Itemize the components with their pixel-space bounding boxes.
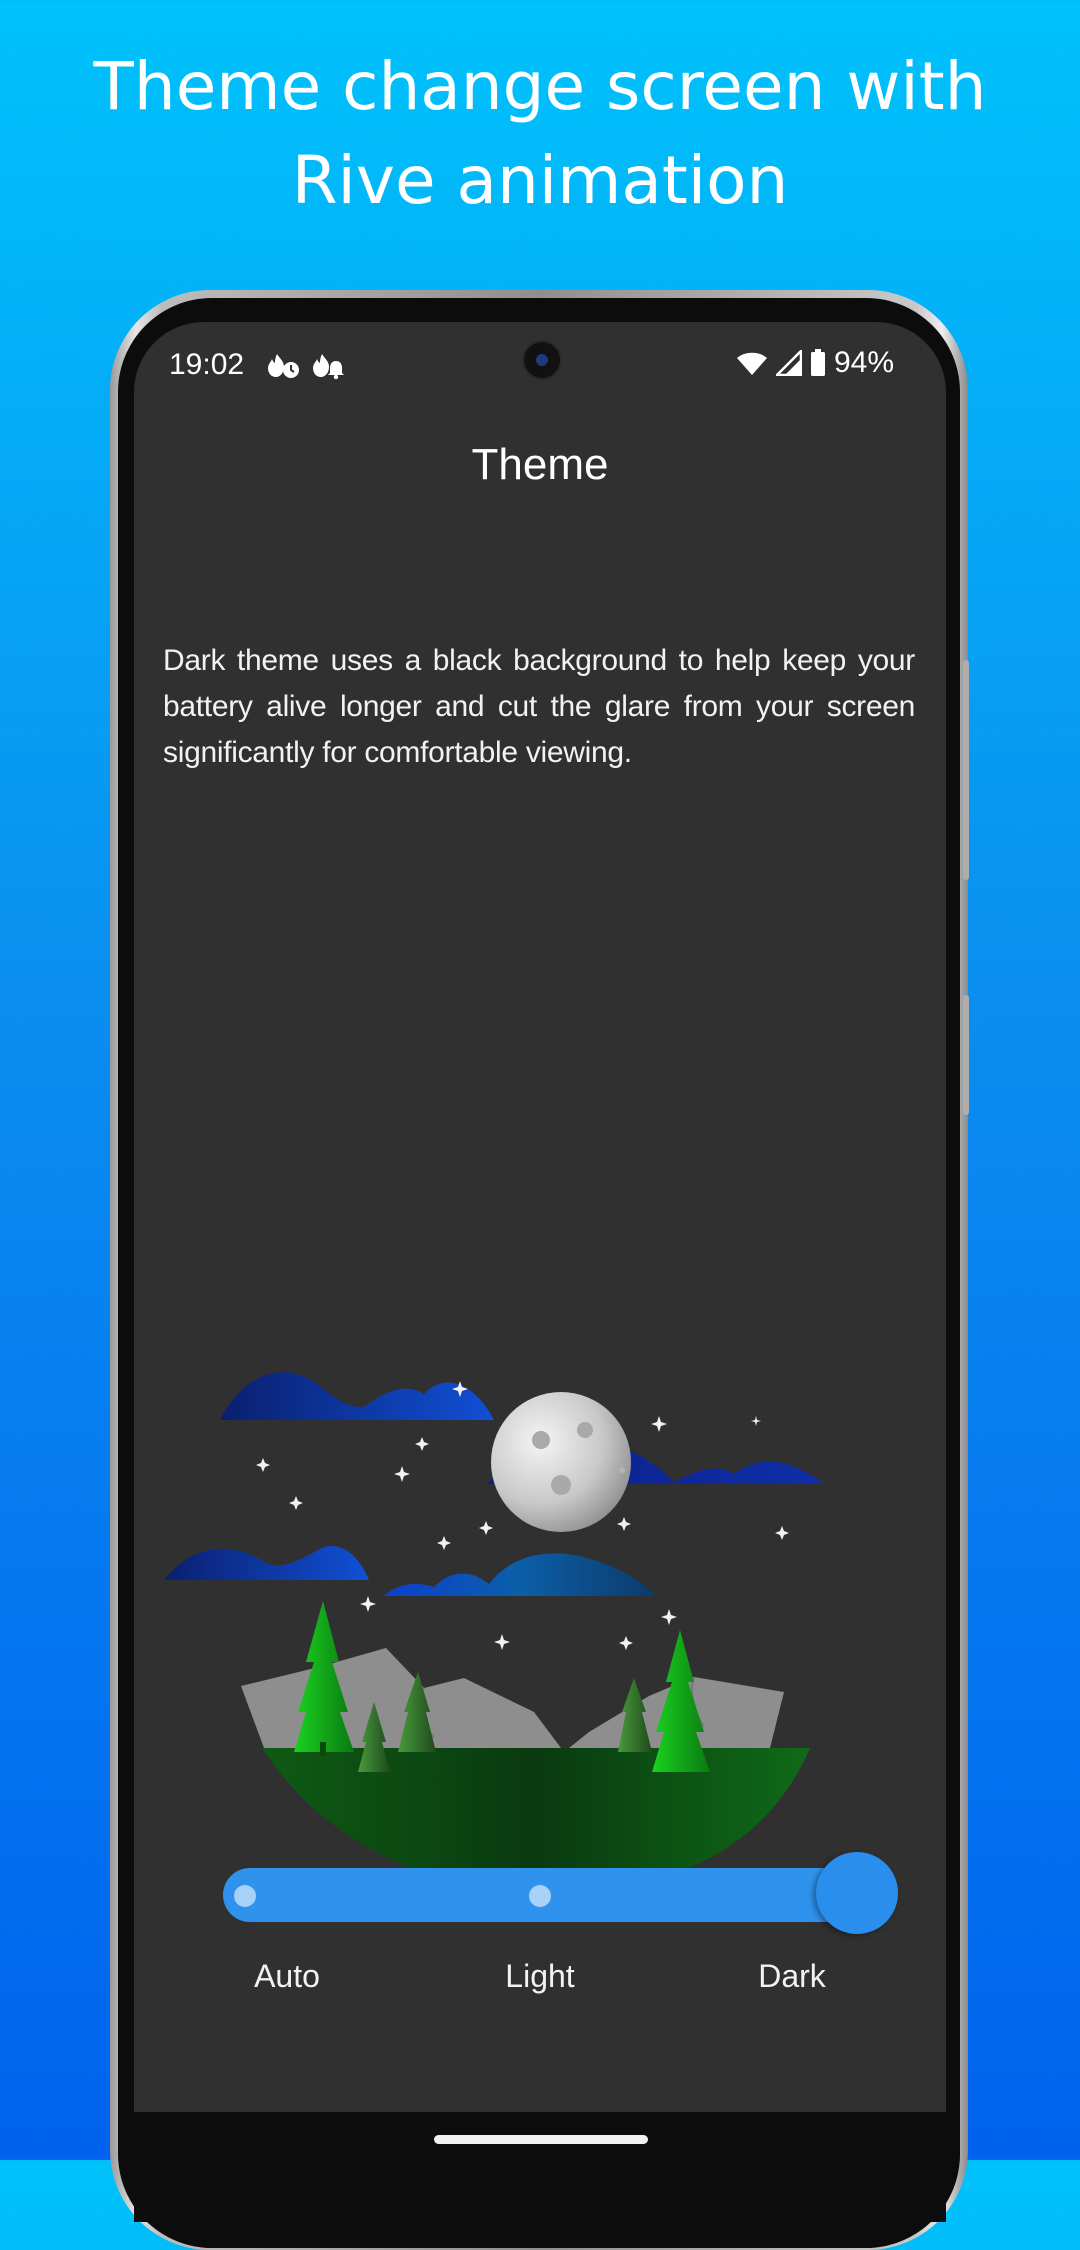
cloud xyxy=(220,1372,494,1420)
battery-icon xyxy=(810,349,825,376)
theme-description: Dark theme uses a black background to he… xyxy=(163,644,915,769)
theme-slider-thumb[interactable] xyxy=(816,1852,898,1934)
theme-option-light-label[interactable]: Light xyxy=(440,1958,640,1995)
theme-option-light-dot[interactable] xyxy=(529,1885,551,1907)
cell-signal-icon xyxy=(775,350,802,376)
promo-title: Theme change screen with Rive animation xyxy=(0,40,1080,228)
power-button xyxy=(963,995,969,1115)
promo-title-line-2: Rive animation xyxy=(291,142,789,219)
night-landscape-illustration xyxy=(164,1372,824,1892)
fire-timer-icon xyxy=(268,354,299,378)
cloud xyxy=(164,1546,369,1580)
fire-bell-icon xyxy=(313,354,344,380)
theme-option-auto-dot[interactable] xyxy=(234,1885,256,1907)
front-camera xyxy=(522,340,562,380)
navigation-bar xyxy=(134,2112,946,2222)
cloud xyxy=(384,1553,656,1596)
volume-button xyxy=(963,660,969,880)
home-indicator[interactable] xyxy=(434,2135,648,2144)
theme-option-auto-label[interactable]: Auto xyxy=(187,1958,387,1995)
app-screen: 19:02 94% Theme Dark theme uses a black … xyxy=(134,322,946,2222)
page-title: Theme xyxy=(471,440,609,489)
moon xyxy=(491,1392,631,1532)
battery-percent: 94% xyxy=(833,346,894,379)
promo-title-line-1: Theme change screen with xyxy=(93,48,987,125)
wifi-icon xyxy=(736,352,767,375)
theme-option-dark-label[interactable]: Dark xyxy=(692,1958,892,1995)
status-icons: 94% xyxy=(736,346,894,380)
theme-slider-track[interactable] xyxy=(223,1868,888,1922)
status-bar: 19:02 94% xyxy=(134,322,946,412)
status-time: 19:02 xyxy=(169,348,245,381)
